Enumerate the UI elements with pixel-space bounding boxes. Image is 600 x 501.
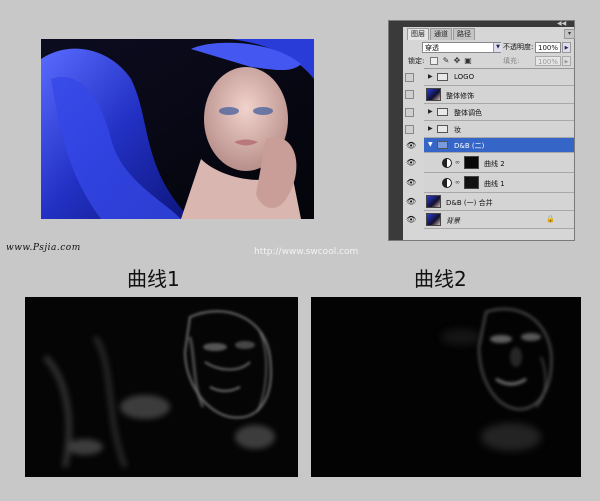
eye-icon[interactable]: 👁: [406, 141, 418, 151]
layer-name: D&B (二): [454, 142, 485, 150]
folder-icon: [437, 141, 448, 149]
layer-name: LOGO: [454, 73, 475, 81]
collapse-panel-icon[interactable]: ◀◀: [557, 20, 566, 27]
folder-icon: [437, 125, 448, 133]
chevron-down-icon[interactable]: ▼: [493, 43, 502, 52]
folder-icon: [437, 73, 448, 81]
layer-row-logo[interactable]: ▶ LOGO: [405, 69, 574, 86]
blend-mode-select[interactable]: 穿透: [422, 42, 501, 53]
eye-icon[interactable]: 👁: [406, 178, 418, 188]
layer-name: 背景: [446, 217, 460, 225]
layer-row-overall-color[interactable]: ▶ 整体调色: [405, 104, 574, 121]
panel-title-bar: [403, 21, 574, 27]
lock-transparency-icon[interactable]: [430, 57, 438, 65]
visibility-toggle-off[interactable]: [405, 90, 414, 99]
caption-curve-1: 曲线1: [127, 267, 180, 291]
link-chain-icon[interactable]: ∞: [455, 159, 460, 166]
caption-curve-2: 曲线2: [414, 267, 467, 291]
adjustment-layer-icon: [442, 158, 452, 168]
mask-thumbnail[interactable]: [464, 156, 479, 169]
layers-panel: ◀◀ 图层 通道 路径 ▾ 穿透 ▼ 不透明度: 100% ▶ 锁定: ✎ ✥ …: [388, 20, 575, 241]
fill-slider-arrow-icon[interactable]: ▶: [562, 56, 571, 66]
curve-1-mask-preview: [25, 297, 298, 477]
curve-1-mask-illustration: [25, 297, 298, 477]
fill-label: 填充:: [503, 57, 520, 65]
layer-name: 妆: [454, 126, 461, 134]
eye-icon[interactable]: 👁: [406, 215, 418, 225]
eye-icon[interactable]: 👁: [406, 158, 418, 168]
layer-name: 整体调色: [454, 109, 482, 117]
visibility-toggle-off[interactable]: [405, 108, 414, 117]
lock-icon: 🔒: [546, 215, 555, 223]
opacity-slider-arrow-icon[interactable]: ▶: [562, 42, 571, 53]
opacity-input[interactable]: 100%: [535, 42, 561, 53]
curve-2-mask-illustration: [311, 297, 581, 477]
tab-channels[interactable]: 通道: [430, 28, 452, 40]
lock-pixels-icon[interactable]: ✎: [442, 57, 450, 65]
layer-name: 整体修饰: [446, 92, 474, 100]
layer-row-db-2-group[interactable]: 👁 ▼ D&B (二): [406, 138, 574, 153]
layer-thumbnail: [426, 88, 441, 101]
layer-thumbnail: [426, 195, 441, 208]
visibility-toggle-off[interactable]: [405, 73, 414, 82]
watermark-psjia: www.Psjia.com: [6, 243, 81, 253]
layer-row-db-1-merged[interactable]: 👁 D&B (一) 合并: [406, 193, 574, 211]
lock-label: 锁定:: [408, 57, 425, 65]
layer-thumbnail: [426, 213, 441, 226]
panel-dock-strip: [389, 21, 403, 240]
adjustment-layer-icon: [442, 178, 452, 188]
watermark-swcool: http://www.swcool.com: [254, 247, 359, 257]
layer-name: D&B (一) 合并: [446, 199, 493, 207]
collapse-triangle-icon[interactable]: ▼: [428, 141, 433, 148]
portrait-illustration: [41, 39, 314, 219]
mask-thumbnail[interactable]: [464, 176, 479, 189]
portrait-photo: [41, 39, 314, 219]
layer-row-curve-1[interactable]: 👁 ∞ 曲线 1: [406, 173, 574, 193]
layers-list: ▶ LOGO 整体修饰 ▶ 整体调色 ▶ 妆 👁 ▼ D&B (二) 👁 ∞ 曲…: [405, 68, 574, 229]
expand-triangle-icon[interactable]: ▶: [428, 108, 433, 115]
expand-triangle-icon[interactable]: ▶: [428, 73, 433, 80]
layer-row-curve-2[interactable]: 👁 ∞ 曲线 2: [406, 153, 574, 173]
layer-row-overall-retouch[interactable]: 整体修饰: [405, 86, 574, 104]
folder-icon: [437, 108, 448, 116]
lock-position-icon[interactable]: ✥: [453, 57, 461, 65]
layer-row-makeup[interactable]: ▶ 妆: [405, 121, 574, 138]
panel-menu-icon[interactable]: ▾: [564, 29, 575, 39]
layer-row-background[interactable]: 👁 背景 🔒: [406, 211, 574, 229]
curve-2-mask-preview: [311, 297, 581, 477]
layer-name: 曲线 1: [484, 180, 505, 188]
lock-all-icon[interactable]: ▣: [464, 57, 472, 65]
layer-name: 曲线 2: [484, 160, 505, 168]
tab-layers[interactable]: 图层: [407, 28, 429, 40]
eye-icon[interactable]: 👁: [406, 197, 418, 207]
panel-tabs: 图层 通道 路径: [407, 28, 476, 40]
link-chain-icon[interactable]: ∞: [455, 179, 460, 186]
expand-triangle-icon[interactable]: ▶: [428, 125, 433, 132]
opacity-label: 不透明度:: [503, 43, 534, 51]
fill-input[interactable]: 100%: [535, 56, 561, 66]
visibility-toggle-off[interactable]: [405, 125, 414, 134]
tab-paths[interactable]: 路径: [453, 28, 475, 40]
